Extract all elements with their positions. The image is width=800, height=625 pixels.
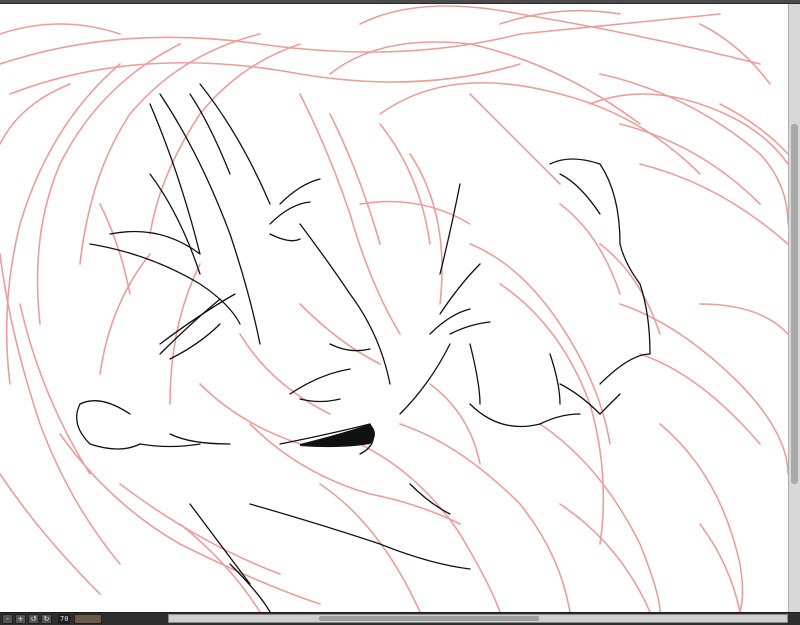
shadow-fill bbox=[300, 424, 375, 448]
navigator-thumbnail[interactable] bbox=[74, 614, 103, 624]
sketch-layer bbox=[0, 5, 788, 612]
horizontal-scroll-thumb[interactable] bbox=[319, 616, 539, 621]
vertical-scroll-thumb[interactable] bbox=[791, 124, 798, 484]
horizontal-scrollbar[interactable] bbox=[168, 614, 788, 623]
status-bar: - + ↺ ↻ 70 bbox=[0, 612, 800, 625]
vertical-scrollbar[interactable] bbox=[788, 4, 800, 612]
paint-app-window: - + ↺ ↻ 70 bbox=[0, 0, 800, 625]
rotate-left-icon[interactable]: ↺ bbox=[28, 614, 39, 624]
minus-icon[interactable]: - bbox=[2, 614, 13, 624]
zoom-level[interactable]: 70 bbox=[58, 614, 71, 624]
artwork-svg bbox=[0, 5, 788, 612]
plus-icon[interactable]: + bbox=[15, 614, 26, 624]
drawing-canvas[interactable] bbox=[0, 4, 788, 612]
rotate-right-icon[interactable]: ↻ bbox=[41, 614, 52, 624]
